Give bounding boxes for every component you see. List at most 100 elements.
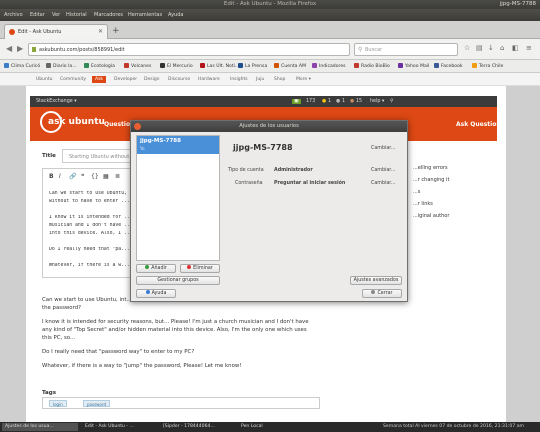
taskbar-item[interactable]: Edit - Ask Ubuntu - ...	[82, 423, 156, 431]
gold-count: 1	[328, 99, 332, 104]
silver-badge-icon: ●	[336, 99, 341, 104]
code-icon[interactable]: {}	[91, 173, 99, 180]
star-icon[interactable]: ☆	[464, 44, 470, 52]
tab-close-icon[interactable]: ✕	[98, 28, 103, 35]
close-icon[interactable]	[134, 123, 141, 130]
juju-link[interactable]: Juju	[256, 77, 264, 82]
manage-groups-button[interactable]: Gestionar grupos	[136, 276, 220, 285]
change-name-button[interactable]: Cambiar...	[371, 146, 395, 151]
taskbar-clock[interactable]: Semana total Al viernes 07 de octubre de…	[380, 423, 538, 431]
gold-badge-icon: ●	[322, 99, 327, 104]
bookmarks-bar: Clima Curicó Diario la... Ecotología Vol…	[0, 60, 540, 73]
taskbar-item[interactable]: Pen Local	[238, 423, 278, 431]
user-indicator[interactable]: jjpg-MS-7788	[500, 1, 536, 7]
discourse-link[interactable]: Discourse	[168, 77, 190, 82]
list-icon[interactable]: ≣	[115, 173, 120, 180]
search-icon: ⚲	[358, 46, 363, 53]
editor-line: Do I really need that "pa...	[49, 247, 130, 252]
help-button[interactable]: Ayuda	[136, 289, 176, 298]
reader-icon[interactable]: ▤	[476, 44, 483, 52]
developer-link[interactable]: Developer	[114, 77, 137, 82]
bookmark-item[interactable]: Yahoo Mail	[398, 63, 429, 69]
new-tab-icon[interactable]: +	[112, 26, 120, 36]
ask-question-link[interactable]: Ask Question	[456, 121, 501, 128]
insights-link[interactable]: Insights	[230, 77, 248, 82]
italic-icon[interactable]: I	[59, 173, 61, 180]
window-title: Edit - Ask Ubuntu - Mozilla Firefox	[223, 1, 317, 7]
menu-archivo[interactable]: Archivo	[4, 12, 23, 18]
inbox-icon[interactable]: ▣	[292, 99, 301, 104]
bookmark-item[interactable]: Volcanes	[124, 63, 151, 69]
side-help-item: ...s	[413, 189, 421, 195]
search-icon[interactable]: ⚲	[390, 99, 394, 104]
bookmark-icon	[46, 63, 51, 68]
menu-editar[interactable]: Editar	[30, 12, 45, 18]
bookmark-item[interactable]: Radio BioBio	[354, 63, 390, 69]
stackexchange-bar: StackExchange ▾ ▣ 173 ● 1 ● 1 ● 15 help …	[30, 96, 497, 107]
body-editor[interactable]: B I 🔗 ❝ {} ▦ ≣ Can we start to use Ubunt…	[42, 168, 140, 278]
bookmark-item[interactable]: Cuenta AM	[274, 63, 306, 69]
bold-icon[interactable]: B	[49, 173, 54, 180]
tab-edit-ask-ubuntu[interactable]: Edit - Ask Ubuntu ✕	[4, 24, 108, 39]
pocket-icon[interactable]: ◧	[512, 44, 519, 52]
home-icon[interactable]: ⌂	[500, 44, 504, 52]
bookmark-item[interactable]: Clima Curicó	[4, 63, 40, 69]
shop-link[interactable]: Shop	[274, 77, 285, 82]
download-icon[interactable]: ↓	[488, 44, 494, 52]
taskbar-item[interactable]: [Sipder - 178444064...	[160, 423, 234, 431]
link-icon[interactable]: 🔗	[69, 173, 76, 180]
menu-ver[interactable]: Ver	[52, 12, 60, 18]
bookmark-icon	[472, 63, 477, 68]
search-placeholder: Buscar	[365, 47, 383, 53]
tag-chip[interactable]: password	[83, 400, 110, 407]
advanced-settings-button[interactable]: Ajustes avanzados	[350, 276, 402, 285]
close-button[interactable]: Cerrar	[362, 289, 402, 298]
more-link[interactable]: More ▾	[296, 77, 311, 82]
user-list-item-selected[interactable]: jjpg-MS-7788 Yo	[137, 136, 219, 154]
url-bar[interactable]: askubuntu.com/posts/858991/edit	[28, 43, 350, 56]
search-input[interactable]: ⚲ Buscar	[354, 43, 458, 56]
menu-marcadores[interactable]: Marcadores	[94, 12, 123, 18]
bookmark-item[interactable]: Ecotología	[84, 63, 115, 69]
help-menu[interactable]: help ▾	[370, 99, 384, 104]
bookmark-item[interactable]: Terra Chile	[472, 63, 503, 69]
taskbar-item[interactable]: Ajustes de los usua...	[2, 423, 78, 431]
tags-input[interactable]: login password	[42, 397, 320, 409]
preview-line: Do I really need that "password way" to …	[42, 349, 195, 355]
bookmark-item[interactable]: El Mercurio	[160, 63, 193, 69]
tag-chip[interactable]: login	[49, 400, 67, 407]
menu-herramientas[interactable]: Herramientas	[128, 12, 162, 18]
menu-ayuda[interactable]: Ayuda	[168, 12, 183, 18]
bookmark-item[interactable]: Indicadores	[312, 63, 346, 69]
design-link[interactable]: Design	[144, 77, 160, 82]
community-link[interactable]: Community	[60, 77, 86, 82]
menu-historial[interactable]: Historial	[66, 12, 87, 18]
site-logo-text[interactable]: ask ubuntu	[48, 117, 105, 127]
remove-user-button[interactable]: Eliminar	[180, 264, 220, 273]
editor-line: Can we start to use Ubuntu, int...	[49, 191, 139, 196]
back-icon[interactable]: ◀	[6, 44, 12, 53]
image-icon[interactable]: ▦	[103, 173, 109, 180]
side-help-item: ...r links	[413, 201, 433, 207]
reputation[interactable]: 173	[306, 99, 315, 104]
bookmark-item[interactable]: Diario la...	[46, 63, 77, 69]
stackexchange-menu[interactable]: StackExchange ▾	[36, 99, 77, 104]
editor-line: into this device. Also, I ...	[49, 231, 133, 236]
ubuntu-link[interactable]: Ubuntu	[36, 77, 52, 82]
bookmark-item[interactable]: Facebook	[434, 63, 463, 69]
bookmark-item[interactable]: La Prensa	[238, 63, 267, 69]
add-icon	[145, 265, 150, 269]
hardware-link[interactable]: Hardware	[198, 77, 220, 82]
bookmark-item[interactable]: Las Últ. Noti...	[200, 63, 239, 69]
quote-icon[interactable]: ❝	[81, 173, 84, 180]
menu-icon[interactable]: ≡	[526, 44, 532, 52]
user-list[interactable]: jjpg-MS-7788 Yo	[136, 135, 220, 261]
add-user-button[interactable]: Añadir	[136, 264, 176, 273]
bookmark-icon	[84, 63, 89, 68]
change-account-type-button[interactable]: Cambiar...	[371, 168, 395, 173]
ask-link[interactable]: Ask	[92, 76, 107, 83]
forward-icon[interactable]: ▶	[17, 44, 23, 53]
change-password-button[interactable]: Cambiar...	[371, 181, 395, 186]
preview-line: any kind of "Top Secret" and/or hidden m…	[42, 327, 307, 333]
user-list-sub: Yo	[140, 146, 145, 151]
